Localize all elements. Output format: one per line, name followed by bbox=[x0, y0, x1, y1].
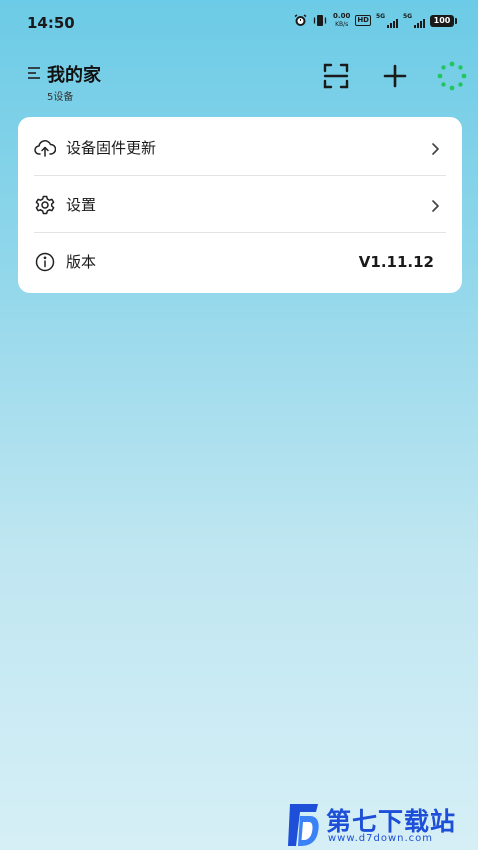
watermark: 第七下载站 www.d7down.com bbox=[286, 800, 476, 850]
chevron-right-icon bbox=[428, 141, 442, 155]
vibrate-icon bbox=[312, 14, 328, 27]
menu-icon[interactable] bbox=[27, 65, 41, 79]
net-speed: 0.00 KB/s bbox=[333, 12, 350, 29]
battery-icon: 100 bbox=[430, 14, 457, 27]
signal-icon: 5G bbox=[376, 12, 398, 28]
header: 我的家 5设备 bbox=[0, 56, 478, 106]
scan-icon[interactable] bbox=[322, 62, 350, 90]
settings-card: 设备固件更新 设置 版本 V1.11.12 bbox=[18, 117, 462, 293]
gear-icon bbox=[34, 194, 56, 216]
status-bar: 14:50 0.00 KB/s HD 5G 5G 100 bbox=[0, 0, 478, 48]
watermark-url: www.d7down.com bbox=[328, 833, 434, 844]
menu-item-label: 版本 bbox=[66, 253, 97, 271]
device-count: 5设备 bbox=[47, 92, 74, 103]
hd-icon: HD bbox=[355, 15, 371, 26]
sim2-label: 5G bbox=[403, 12, 413, 20]
plus-icon[interactable] bbox=[381, 62, 409, 90]
loading-dots-icon[interactable] bbox=[436, 60, 468, 92]
menu-item-label: 设置 bbox=[66, 196, 97, 214]
menu-item-label: 设备固件更新 bbox=[66, 139, 157, 157]
menu-item-version[interactable]: 版本 V1.11.12 bbox=[34, 233, 446, 290]
chevron-right-icon bbox=[428, 198, 442, 212]
net-speed-unit: KB/s bbox=[335, 21, 349, 28]
status-icons: 0.00 KB/s HD 5G 5G 100 bbox=[294, 12, 457, 29]
net-speed-value: 0.00 bbox=[333, 12, 351, 20]
home-title[interactable]: 我的家 bbox=[47, 61, 101, 87]
watermark-logo-icon bbox=[286, 802, 322, 848]
sim1-label: 5G bbox=[376, 12, 386, 20]
signal-icon: 5G bbox=[403, 12, 425, 28]
menu-item-firmware-update[interactable]: 设备固件更新 bbox=[34, 119, 446, 176]
menu-item-settings[interactable]: 设置 bbox=[34, 176, 446, 233]
info-icon bbox=[34, 251, 56, 273]
status-time: 14:50 bbox=[27, 14, 75, 32]
alarm-icon bbox=[294, 14, 307, 27]
cloud-upload-icon bbox=[34, 137, 56, 159]
version-value: V1.11.12 bbox=[358, 252, 434, 271]
